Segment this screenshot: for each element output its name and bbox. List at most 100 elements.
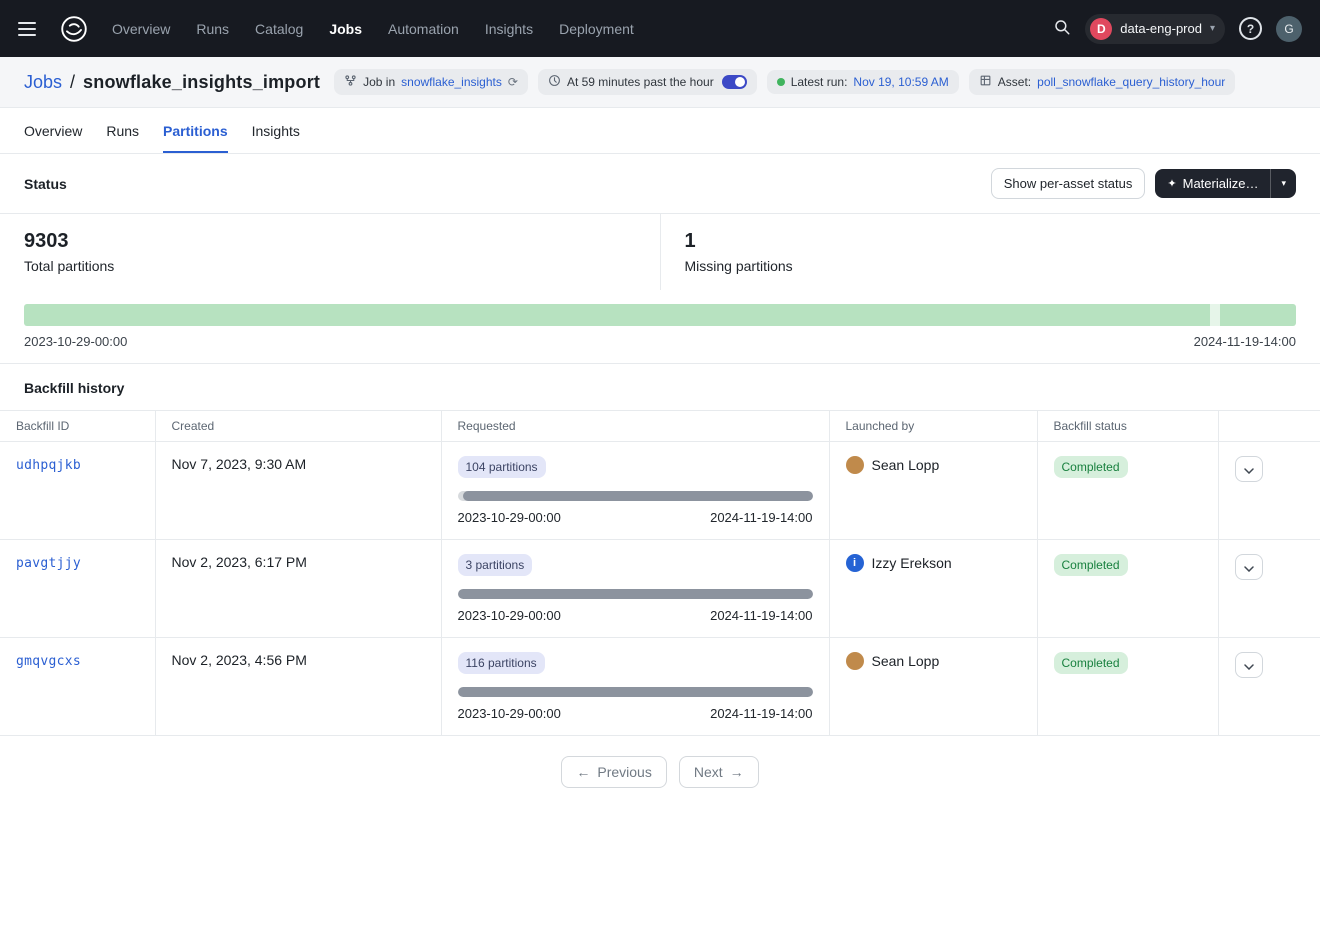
help-button[interactable]: ? xyxy=(1239,17,1262,40)
schedule-toggle[interactable] xyxy=(722,75,747,89)
launched-by-name: Izzy Erekson xyxy=(872,555,952,571)
total-partitions-label: Total partitions xyxy=(24,258,636,274)
table-row: udhpqjkb Nov 7, 2023, 9:30 AM 104 partit… xyxy=(0,442,1320,540)
table-header-row: Backfill ID Created Requested Launched b… xyxy=(0,411,1320,442)
schedule-label: At 59 minutes past the hour xyxy=(567,75,714,89)
breadcrumb-jobs-link[interactable]: Jobs xyxy=(24,72,62,93)
breadcrumb: Jobs / snowflake_insights_import xyxy=(24,72,320,93)
launched-by-cell: Sean Lopp xyxy=(846,456,1021,474)
total-partitions-stat: 9303 Total partitions xyxy=(0,214,661,290)
asset-label: Asset: xyxy=(998,75,1031,89)
latest-run-link[interactable]: Nov 19, 10:59 AM xyxy=(853,75,948,89)
col-launched-by: Launched by xyxy=(829,411,1037,442)
backfill-id-link[interactable]: gmqvgcxs xyxy=(16,654,81,669)
col-requested: Requested xyxy=(441,411,829,442)
reload-icon[interactable]: ⟳ xyxy=(508,75,518,89)
missing-partitions-stat: 1 Missing partitions xyxy=(661,214,1320,290)
row-actions-button[interactable] xyxy=(1235,456,1263,482)
user-avatar: i xyxy=(846,554,864,572)
requested-partitions-badge: 3 partitions xyxy=(458,554,533,576)
next-page-button[interactable]: Next → xyxy=(679,756,759,788)
dagster-logo-icon xyxy=(58,13,90,45)
topnav-right-cluster: D data-eng-prod ▾ ? G xyxy=(1053,14,1302,44)
sparkle-icon: ✦ xyxy=(1167,177,1176,190)
backfill-id-link[interactable]: pavgtjjy xyxy=(16,556,81,571)
backfill-table: Backfill ID Created Requested Launched b… xyxy=(0,410,1320,736)
nav-item-jobs[interactable]: Jobs xyxy=(329,21,362,37)
nav-item-catalog[interactable]: Catalog xyxy=(255,21,303,37)
missing-partition-slice xyxy=(1210,304,1221,326)
backfill-history-section: Backfill history Backfill ID Created Req… xyxy=(0,363,1320,788)
col-backfill-id: Backfill ID xyxy=(0,411,155,442)
run-status-dot xyxy=(777,78,785,86)
status-title: Status xyxy=(24,176,67,192)
nav-item-runs[interactable]: Runs xyxy=(196,21,229,37)
chevron-down-icon xyxy=(1244,658,1254,673)
backfill-progress-fill xyxy=(458,589,813,599)
code-location-link[interactable]: snowflake_insights xyxy=(401,75,502,89)
row-actions-button[interactable] xyxy=(1235,554,1263,580)
page-header: Jobs / snowflake_insights_import Job in … xyxy=(0,57,1320,108)
previous-page-button[interactable]: ← Previous xyxy=(561,756,666,788)
row-actions-button[interactable] xyxy=(1235,652,1263,678)
backfill-history-title: Backfill history xyxy=(0,364,1320,410)
backfill-range-start: 2023-10-29-00:00 xyxy=(458,510,561,525)
chevron-down-icon xyxy=(1244,462,1254,477)
tab-partitions[interactable]: Partitions xyxy=(163,108,228,153)
partition-health: 2023-10-29-00:00 2024-11-19-14:00 xyxy=(0,290,1320,363)
deployment-name: data-eng-prod xyxy=(1120,21,1202,36)
schedule-tag: At 59 minutes past the hour xyxy=(538,69,757,95)
user-avatar xyxy=(846,456,864,474)
nav-item-overview[interactable]: Overview xyxy=(112,21,170,37)
backfill-id-link[interactable]: udhpqjkb xyxy=(16,458,81,473)
materialize-button[interactable]: ✦ Materialize… xyxy=(1155,169,1270,198)
materialize-label: Materialize… xyxy=(1183,176,1259,191)
hamburger-menu-button[interactable] xyxy=(18,16,44,42)
missing-partitions-label: Missing partitions xyxy=(685,258,1297,274)
range-start-label: 2023-10-29-00:00 xyxy=(24,334,127,349)
nav-item-insights[interactable]: Insights xyxy=(485,21,533,37)
launched-by-name: Sean Lopp xyxy=(872,457,940,473)
job-graph-icon xyxy=(344,74,357,90)
tab-insights[interactable]: Insights xyxy=(252,108,300,153)
deployment-switcher[interactable]: D data-eng-prod ▾ xyxy=(1085,14,1225,44)
col-created: Created xyxy=(155,411,441,442)
status-badge: Completed xyxy=(1054,554,1128,576)
partition-health-bar[interactable] xyxy=(24,304,1296,326)
tab-bar: Overview Runs Partitions Insights xyxy=(0,108,1320,154)
backfill-progress-bar xyxy=(458,589,813,599)
table-row: pavgtjjy Nov 2, 2023, 6:17 PM 3 partitio… xyxy=(0,540,1320,638)
header-tags: Job in snowflake_insights ⟳ At 59 minute… xyxy=(334,69,1235,95)
materialize-split-button: ✦ Materialize… ▾ xyxy=(1155,169,1296,198)
backfill-range-start: 2023-10-29-00:00 xyxy=(458,608,561,623)
tab-overview[interactable]: Overview xyxy=(24,108,82,153)
asset-grid-icon xyxy=(979,74,992,90)
launched-by-cell: i Izzy Erekson xyxy=(846,554,1021,572)
partition-range-labels: 2023-10-29-00:00 2024-11-19-14:00 xyxy=(24,334,1296,349)
col-backfill-status: Backfill status xyxy=(1037,411,1218,442)
arrow-right-icon: → xyxy=(730,764,744,780)
tab-runs[interactable]: Runs xyxy=(106,108,139,153)
backfill-range-end: 2024-11-19-14:00 xyxy=(710,608,812,623)
search-button[interactable] xyxy=(1053,18,1071,39)
requested-partitions-badge: 104 partitions xyxy=(458,456,546,478)
requested-partitions-badge: 116 partitions xyxy=(458,652,545,674)
backfill-range: 2023-10-29-00:00 2024-11-19-14:00 xyxy=(458,706,813,721)
clock-icon xyxy=(548,74,561,90)
status-actions: Show per-asset status ✦ Materialize… ▾ xyxy=(991,168,1296,199)
nav-item-automation[interactable]: Automation xyxy=(388,21,459,37)
status-badge: Completed xyxy=(1054,652,1128,674)
nav-item-deployment[interactable]: Deployment xyxy=(559,21,634,37)
total-partitions-value: 9303 xyxy=(24,230,636,253)
launched-by-cell: Sean Lopp xyxy=(846,652,1021,670)
asset-link[interactable]: poll_snowflake_query_history_hour xyxy=(1037,75,1225,89)
created-timestamp: Nov 2, 2023, 6:17 PM xyxy=(172,554,307,570)
user-avatar[interactable]: G xyxy=(1276,16,1302,42)
materialize-options-button[interactable]: ▾ xyxy=(1270,169,1296,198)
backfill-progress-bar xyxy=(458,687,813,697)
breadcrumb-separator: / xyxy=(70,72,75,93)
chevron-down-icon xyxy=(1244,560,1254,575)
show-per-asset-status-button[interactable]: Show per-asset status xyxy=(991,168,1146,199)
range-end-label: 2024-11-19-14:00 xyxy=(1194,334,1296,349)
deployment-initial-badge: D xyxy=(1090,18,1112,40)
